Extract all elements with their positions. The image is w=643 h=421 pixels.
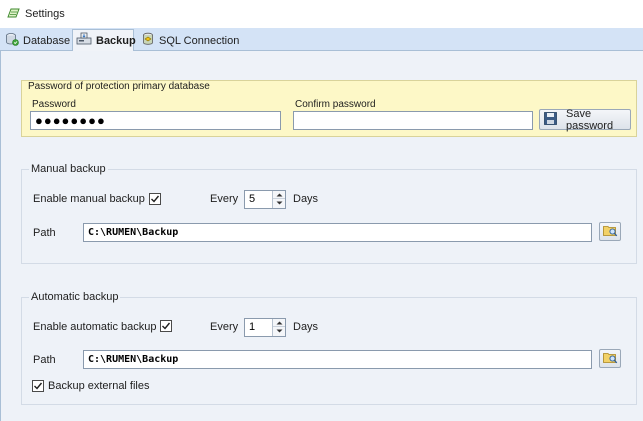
enable-manual-backup-label: Enable manual backup	[33, 193, 145, 205]
tab-database-label: Database	[23, 34, 71, 47]
database-icon	[5, 32, 19, 49]
password-field[interactable]: ●●●●●●●●	[30, 111, 281, 130]
confirm-password-label: Confirm password	[295, 99, 376, 110]
sql-connection-icon	[141, 32, 155, 49]
tab-sql-connection-label: SQL Connection	[159, 34, 240, 47]
automatic-interval-stepper[interactable]: 1	[244, 318, 286, 337]
enable-automatic-backup-label: Enable automatic backup	[33, 321, 157, 333]
save-password-label: Save password	[566, 107, 614, 132]
title-bar: Settings	[0, 0, 643, 28]
stepper-arrows	[272, 191, 285, 208]
automatic-browse-button[interactable]	[599, 349, 621, 368]
save-password-button[interactable]: Save password	[539, 107, 631, 132]
settings-app-icon	[6, 7, 20, 22]
manual-days-label: Days	[293, 193, 319, 205]
confirm-password-field[interactable]	[293, 111, 533, 130]
backup-icon	[76, 32, 92, 49]
tab-backup-label: Backup	[96, 34, 136, 47]
stepper-down-icon[interactable]	[273, 327, 285, 335]
save-disk-icon	[544, 111, 557, 128]
window-title: Settings	[25, 8, 65, 20]
stepper-arrows	[272, 319, 285, 336]
manual-backup-path-input[interactable]: C:\RUMEN\Backup	[83, 223, 592, 242]
stepper-down-icon[interactable]	[273, 199, 285, 207]
browse-folder-icon	[602, 224, 618, 240]
automatic-every-label: Every	[210, 321, 239, 333]
tab-database[interactable]: Database	[2, 30, 75, 51]
tab-sql-connection[interactable]: SQL Connection	[138, 30, 244, 51]
manual-backup-group: Manual backup Enable manual backup Every…	[21, 163, 637, 264]
browse-folder-icon	[602, 351, 618, 367]
checkmark-icon	[34, 382, 43, 390]
manual-interval-stepper[interactable]: 5	[244, 190, 286, 209]
backup-external-files-label: Backup external files	[48, 380, 150, 392]
manual-every-label: Every	[210, 193, 239, 205]
manual-interval-value: 5	[249, 193, 256, 205]
enable-automatic-backup-checkbox[interactable]	[160, 320, 172, 332]
automatic-backup-title: Automatic backup	[29, 291, 121, 303]
password-protection-panel: Password of protection primary database …	[21, 80, 637, 137]
stepper-up-icon[interactable]	[273, 319, 285, 327]
manual-browse-button[interactable]	[599, 222, 621, 241]
automatic-path-label: Path	[33, 354, 56, 366]
automatic-interval-value: 1	[249, 321, 256, 333]
tab-backup[interactable]: Backup	[72, 29, 136, 51]
password-panel-title: Password of protection primary database	[28, 81, 210, 92]
manual-backup-title: Manual backup	[29, 163, 108, 175]
password-label: Password	[32, 99, 76, 110]
stepper-up-icon[interactable]	[273, 191, 285, 199]
manual-path-label: Path	[33, 227, 56, 239]
enable-manual-backup-checkbox[interactable]	[149, 193, 161, 205]
automatic-backup-path-input[interactable]: C:\RUMEN\Backup	[83, 350, 592, 369]
checkmark-icon	[151, 195, 160, 203]
checkmark-icon	[162, 322, 171, 330]
automatic-backup-group: Automatic backup Enable automatic backup…	[21, 291, 637, 405]
automatic-days-label: Days	[293, 321, 319, 333]
backup-external-files-checkbox[interactable]	[32, 380, 44, 392]
backup-tab-content: Password of protection primary database …	[0, 51, 643, 421]
tab-strip: Database Backup SQL Connection	[0, 28, 643, 51]
